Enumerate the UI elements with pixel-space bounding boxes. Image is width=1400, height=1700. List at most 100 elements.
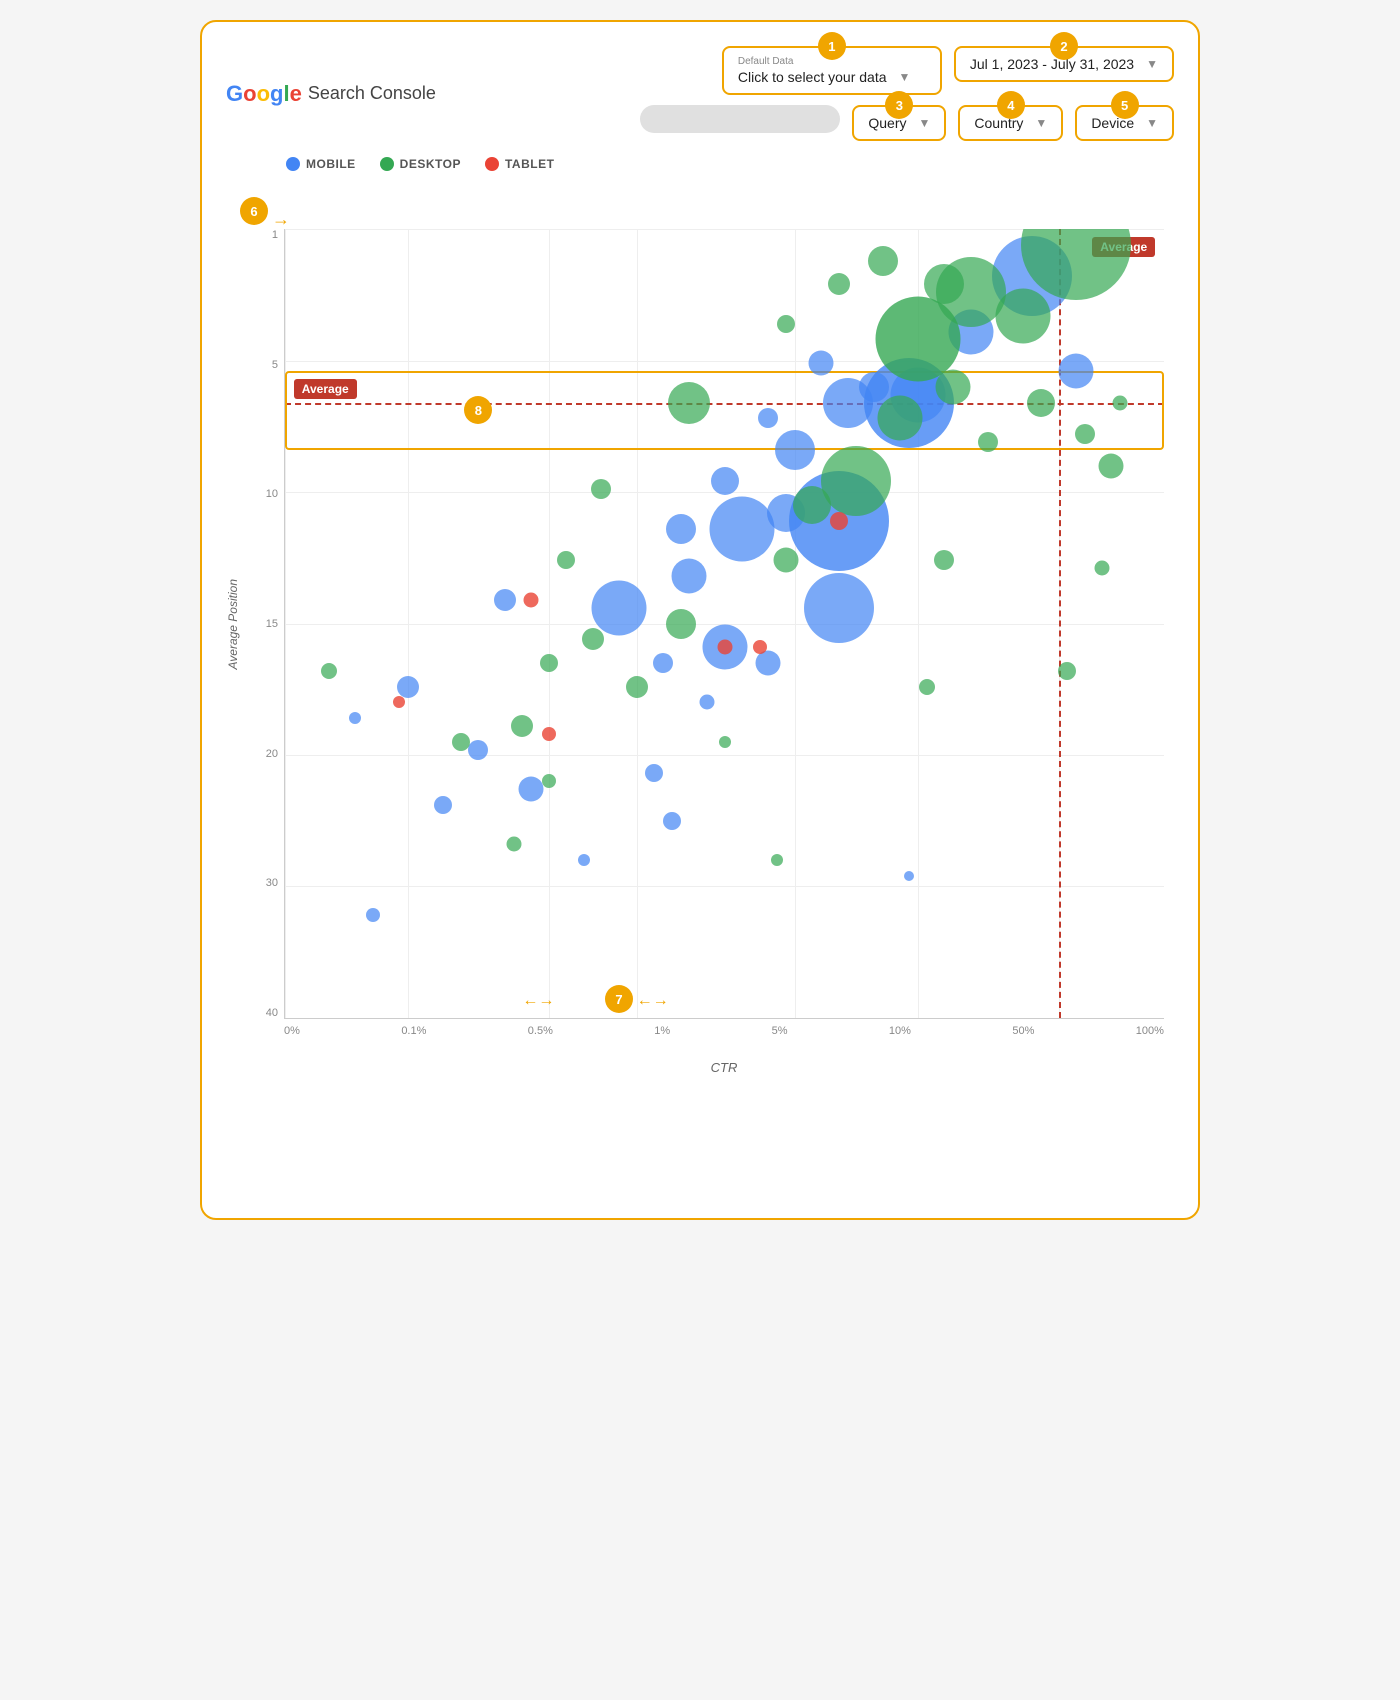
badge-1: 1: [818, 32, 846, 60]
bubble-desktop-24[interactable]: [321, 663, 337, 679]
avg-label-left: Average: [294, 379, 357, 399]
bubble-desktop-11[interactable]: [1075, 424, 1095, 444]
device-filter-wrapper: 5 Device ▼: [1075, 105, 1174, 141]
bubble-mobile-16[interactable]: [672, 559, 707, 594]
bubble-mobile-26[interactable]: [519, 777, 544, 802]
bubble-mobile-9[interactable]: [775, 430, 815, 470]
bubble-mobile-18[interactable]: [653, 653, 673, 673]
bubble-mobile-29[interactable]: [366, 908, 380, 922]
header-row: Google Search Console 1 Default Data Cli…: [226, 46, 1174, 141]
bubble-mobile-8[interactable]: [809, 351, 834, 376]
bubble-desktop-7[interactable]: [828, 273, 850, 295]
x-tick-10: 10%: [889, 1025, 911, 1037]
bubble-mobile-12[interactable]: [710, 496, 775, 561]
bubble-mobile-3[interactable]: [1059, 354, 1094, 389]
bubble-desktop-27[interactable]: [506, 837, 521, 852]
bubble-mobile-14[interactable]: [666, 514, 696, 544]
bubble-desktop-35[interactable]: [591, 479, 611, 499]
bubble-desktop-9[interactable]: [936, 369, 971, 404]
bubble-mobile-31[interactable]: [494, 589, 516, 611]
bubble-desktop-31[interactable]: [1058, 662, 1076, 680]
grid-h-6: [285, 1018, 1164, 1019]
y-tick-20: 20: [266, 748, 278, 760]
bubble-mobile-17[interactable]: [804, 573, 874, 643]
legend-desktop: DESKTOP: [380, 157, 461, 171]
bubble-desktop-26[interactable]: [542, 774, 556, 788]
grid-h-4: [285, 755, 1164, 756]
legend-desktop-dot: [380, 157, 394, 171]
bubble-mobile-30[interactable]: [904, 871, 914, 881]
bubble-mobile-25[interactable]: [434, 796, 452, 814]
data-selector-wrapper: 1 Default Data Click to select your data…: [722, 46, 942, 95]
grid-h-1: [285, 361, 1164, 362]
legend-tablet-dot: [485, 157, 499, 171]
x-tick-05: 0.5%: [528, 1025, 553, 1037]
bubble-desktop-34[interactable]: [668, 382, 710, 424]
y-tick-30: 30: [266, 877, 278, 889]
data-selector-label-small: Default Data: [738, 56, 794, 67]
bubble-mobile-20[interactable]: [756, 650, 781, 675]
device-chevron: ▼: [1146, 116, 1158, 130]
bubble-desktop-17[interactable]: [793, 486, 831, 524]
main-card: Google Search Console 1 Default Data Cli…: [200, 20, 1200, 1220]
annotation-6-arrow: →: [272, 209, 290, 230]
bubble-desktop-14[interactable]: [978, 432, 998, 452]
bubble-desktop-29[interactable]: [919, 679, 935, 695]
bubble-desktop-30[interactable]: [771, 854, 783, 866]
bubble-tablet-1[interactable]: [393, 696, 405, 708]
bubble-desktop-28[interactable]: [719, 736, 731, 748]
chart-legend: MOBILE DESKTOP TABLET: [286, 157, 1174, 171]
date-selector-chevron: ▼: [1146, 57, 1158, 71]
bubble-desktop-18[interactable]: [774, 548, 799, 573]
bubble-tablet-6[interactable]: [524, 592, 539, 607]
bubble-mobile-23[interactable]: [397, 676, 419, 698]
bubble-desktop-8[interactable]: [777, 315, 795, 333]
bubble-mobile-11[interactable]: [711, 467, 739, 495]
bubble-desktop-25[interactable]: [452, 733, 470, 751]
bubble-mobile-10[interactable]: [758, 408, 778, 428]
bubble-mobile-27[interactable]: [663, 812, 681, 830]
grid-h-5: [285, 886, 1164, 887]
bubble-tablet-4[interactable]: [753, 640, 767, 654]
bubble-desktop-6[interactable]: [868, 246, 898, 276]
bubble-desktop-16[interactable]: [821, 446, 891, 516]
bubble-desktop-36[interactable]: [511, 715, 533, 737]
bubble-mobile-32[interactable]: [645, 764, 663, 782]
bubble-desktop-22[interactable]: [626, 676, 648, 698]
bubble-mobile-21[interactable]: [699, 695, 714, 710]
bubble-desktop-3[interactable]: [996, 288, 1051, 343]
bubble-desktop-12[interactable]: [1113, 395, 1128, 410]
bubble-desktop-5[interactable]: [924, 264, 964, 304]
bubble-desktop-21[interactable]: [540, 654, 558, 672]
bubble-desktop-20[interactable]: [582, 628, 604, 650]
bubble-tablet-5[interactable]: [830, 512, 848, 530]
y-axis-label-container: Average Position: [226, 229, 244, 1019]
bubble-mobile-15[interactable]: [592, 580, 647, 635]
bubble-desktop-23[interactable]: [934, 550, 954, 570]
badge-3: 3: [885, 91, 913, 119]
data-selector-chevron: ▼: [899, 70, 911, 84]
bubble-desktop-13[interactable]: [1099, 453, 1124, 478]
badge-7: 7: [605, 985, 633, 1013]
query-filter-wrapper: 3 Query ▼: [852, 105, 946, 141]
bubble-tablet-2[interactable]: [542, 727, 556, 741]
bubble-desktop-33[interactable]: [557, 551, 575, 569]
bubble-mobile-24[interactable]: [468, 740, 488, 760]
bubble-mobile-7[interactable]: [823, 378, 873, 428]
bubble-mobile-22[interactable]: [349, 712, 361, 724]
y-tick-40: 40: [266, 1007, 278, 1019]
bubble-mobile-28[interactable]: [578, 854, 590, 866]
country-filter-wrapper: 4 Country ▼: [958, 105, 1063, 141]
arrow-7-left: ←→: [522, 992, 554, 1010]
bubble-desktop-15[interactable]: [878, 396, 923, 441]
plot-area: Average Average 8: [284, 229, 1164, 1019]
bubble-desktop-19[interactable]: [666, 609, 696, 639]
search-bar[interactable]: [640, 105, 840, 133]
legend-desktop-label: DESKTOP: [400, 157, 461, 171]
controls-row1: 1 Default Data Click to select your data…: [640, 46, 1174, 95]
y-tick-5: 5: [272, 359, 278, 371]
bubble-desktop-10[interactable]: [1027, 389, 1055, 417]
bubble-desktop-32[interactable]: [1095, 561, 1110, 576]
bubble-tablet-3[interactable]: [717, 640, 732, 655]
x-tick-100: 100%: [1136, 1025, 1164, 1037]
